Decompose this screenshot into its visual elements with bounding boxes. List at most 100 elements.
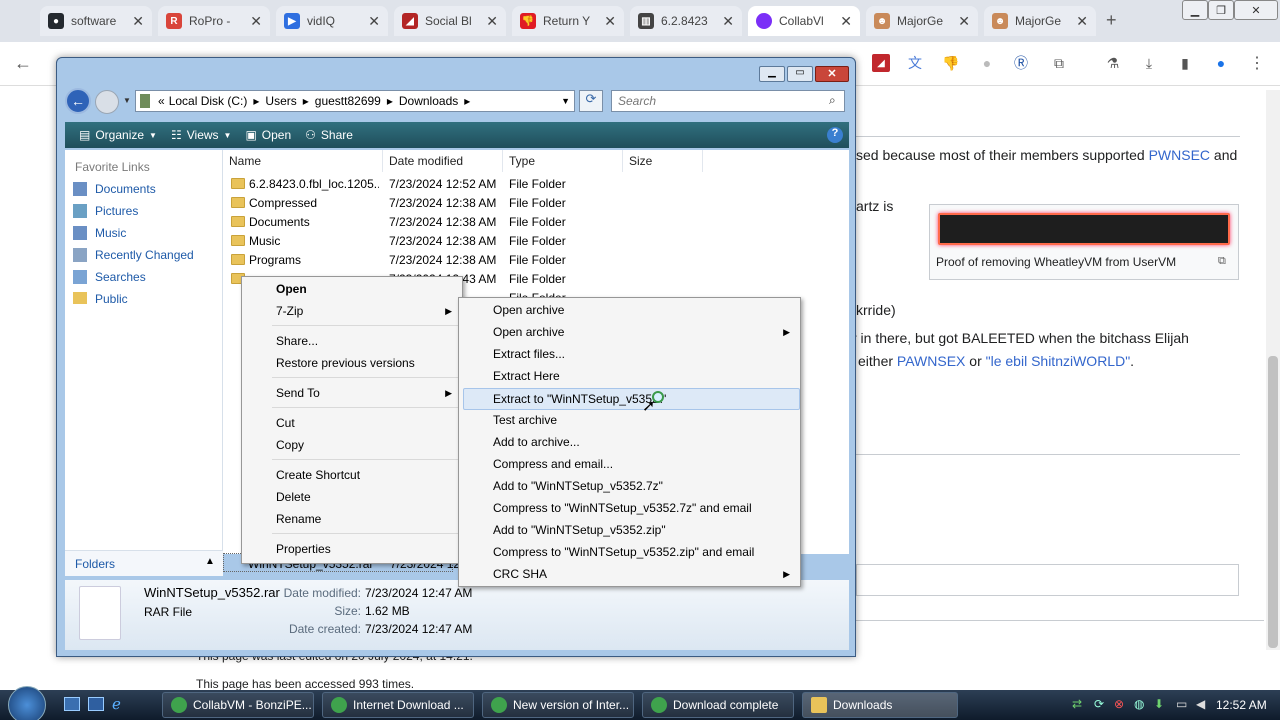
file-row[interactable]: Music 7/23/2024 12:38 AM File Folder bbox=[223, 231, 849, 250]
share-button[interactable]: ⚇ Share bbox=[305, 128, 353, 142]
breadcrumb-overflow-icon[interactable]: « bbox=[158, 94, 165, 108]
wiki-link[interactable]: PAWNSEX bbox=[897, 353, 965, 369]
column-header-date[interactable]: Date modified bbox=[383, 150, 503, 172]
breadcrumb-item[interactable]: Downloads bbox=[399, 94, 458, 108]
menu-item-extract-to-folder[interactable]: Extract to "WinNTSetup_v5352\" bbox=[463, 388, 800, 410]
menu-item-properties[interactable]: Properties bbox=[242, 539, 462, 561]
browser-tab[interactable]: 👎 Return Y ✕ bbox=[512, 6, 624, 36]
menu-item-create-shortcut[interactable]: Create Shortcut bbox=[242, 465, 462, 487]
new-tab-button[interactable]: + bbox=[1106, 10, 1117, 31]
search-icon[interactable]: ⌕ bbox=[829, 93, 836, 108]
taskbar-item[interactable]: New version of Inter... bbox=[482, 692, 634, 718]
menu-item-add-to-zip[interactable]: Add to "WinNTSetup_v5352.zip" bbox=[459, 520, 800, 542]
address-dropdown-icon[interactable]: ▼ bbox=[561, 96, 570, 106]
tray-network-icon[interactable]: ⇄ bbox=[1072, 697, 1082, 711]
switch-windows-icon[interactable] bbox=[88, 697, 104, 711]
enlarge-icon[interactable]: ⧉ bbox=[1218, 255, 1226, 268]
browser-tab[interactable]: ☻ MajorGe ✕ bbox=[866, 6, 978, 36]
nav-item-recently-changed[interactable]: Recently Changed bbox=[73, 248, 194, 262]
menu-item-delete[interactable]: Delete bbox=[242, 487, 462, 509]
tray-download-icon[interactable]: ⬇ bbox=[1154, 697, 1164, 711]
column-header-type[interactable]: Type bbox=[503, 150, 623, 172]
extension-circle-icon[interactable]: ● bbox=[978, 54, 996, 72]
menu-item-open[interactable]: Open bbox=[242, 279, 462, 301]
browser-tab[interactable]: R RoPro - ✕ bbox=[158, 6, 270, 36]
extensions-puzzle-icon[interactable]: ⧉ bbox=[1050, 54, 1068, 72]
start-button[interactable] bbox=[8, 686, 46, 720]
browser-tab-active[interactable]: CollabVl ✕ bbox=[748, 6, 860, 36]
profile-icon[interactable]: ● bbox=[1212, 54, 1230, 72]
labs-flask-icon[interactable]: ⚗ bbox=[1104, 54, 1122, 72]
close-window-icon[interactable]: ✕ bbox=[815, 66, 849, 82]
nav-item-searches[interactable]: Searches bbox=[73, 270, 146, 284]
file-row[interactable]: Programs 7/23/2024 12:38 AM File Folder bbox=[223, 250, 849, 269]
taskbar-item[interactable]: CollabVM - BonziPE... bbox=[162, 692, 314, 718]
browser-tab[interactable]: ▶ vidIQ ✕ bbox=[276, 6, 388, 36]
menu-item-compress-email[interactable]: Compress and email... bbox=[459, 454, 800, 476]
search-input[interactable]: Search bbox=[611, 90, 845, 112]
browser-tab[interactable]: ▥ 6.2.8423 ✕ bbox=[630, 6, 742, 36]
views-button[interactable]: ☷ Views ▼ bbox=[171, 128, 231, 142]
menu-item-extract-here[interactable]: Extract Here bbox=[459, 366, 800, 388]
taskbar-clock[interactable]: 12:52 AM bbox=[1216, 698, 1267, 712]
column-header-name[interactable]: Name bbox=[223, 150, 383, 172]
file-row[interactable]: Compressed 7/23/2024 12:38 AM File Folder bbox=[223, 193, 849, 212]
menu-item-rename[interactable]: Rename bbox=[242, 509, 462, 531]
tray-error-icon[interactable]: ⊗ bbox=[1114, 697, 1124, 711]
menu-item-test-archive[interactable]: Test archive bbox=[459, 410, 800, 432]
show-desktop-icon[interactable] bbox=[64, 697, 80, 711]
scrollbar-thumb[interactable] bbox=[1268, 356, 1278, 648]
menu-item-7zip[interactable]: 7-Zip ▶ bbox=[242, 301, 462, 323]
breadcrumb-item[interactable]: Users bbox=[265, 94, 296, 108]
menu-item-extract-files[interactable]: Extract files... bbox=[459, 344, 800, 366]
menu-item-share[interactable]: Share... bbox=[242, 331, 462, 353]
close-tab-icon[interactable]: ✕ bbox=[840, 13, 852, 30]
close-tab-icon[interactable]: ✕ bbox=[132, 13, 144, 30]
nav-item-documents[interactable]: Documents bbox=[73, 182, 156, 196]
menu-item-crc-sha[interactable]: CRC SHA ▶ bbox=[459, 564, 800, 586]
open-button[interactable]: ▣ Open bbox=[245, 128, 291, 142]
taskbar-item-active[interactable]: Downloads bbox=[802, 692, 958, 718]
close-tab-icon[interactable]: ✕ bbox=[486, 13, 498, 30]
wiki-screenshot-image[interactable] bbox=[938, 213, 1230, 245]
tray-volume-icon[interactable]: ◀ bbox=[1196, 697, 1205, 711]
back-arrow-icon[interactable]: ← bbox=[65, 88, 91, 114]
side-panel-icon[interactable]: ▮ bbox=[1176, 54, 1194, 72]
tray-sync-icon[interactable]: ⟳ bbox=[1094, 697, 1104, 711]
taskbar-item[interactable]: Internet Download ... bbox=[322, 692, 474, 718]
menu-item-add-to-archive[interactable]: Add to archive... bbox=[459, 432, 800, 454]
recent-pages-chevron-icon[interactable]: ▼ bbox=[123, 96, 131, 105]
menu-item-open-archive[interactable]: Open archive bbox=[459, 300, 800, 322]
refresh-icon[interactable]: ⟳ bbox=[579, 90, 603, 112]
browser-tab[interactable]: ● software ✕ bbox=[40, 6, 152, 36]
nav-item-pictures[interactable]: Pictures bbox=[73, 204, 138, 218]
translate-icon[interactable]: 文 bbox=[906, 54, 924, 72]
menu-item-restore[interactable]: Restore previous versions bbox=[242, 353, 462, 375]
file-row[interactable]: Documents 7/23/2024 12:38 AM File Folder bbox=[223, 212, 849, 231]
close-tab-icon[interactable]: ✕ bbox=[250, 13, 262, 30]
menu-item-send-to[interactable]: Send To ▶ bbox=[242, 383, 462, 405]
forward-arrow-icon[interactable] bbox=[95, 90, 119, 114]
nav-item-public[interactable]: Public bbox=[73, 292, 128, 306]
file-row[interactable]: 6.2.8423.0.fbl_loc.1205... 7/23/2024 12:5… bbox=[223, 174, 849, 193]
menu-item-open-archive-submenu[interactable]: Open archive ▶ bbox=[459, 322, 800, 344]
taskbar-item[interactable]: Download complete bbox=[642, 692, 794, 718]
tray-shield-icon[interactable]: ◍ bbox=[1134, 697, 1144, 711]
ie-icon[interactable]: ℯ bbox=[112, 695, 130, 713]
download-icon[interactable]: ⤓ bbox=[1140, 54, 1158, 72]
close-tab-icon[interactable]: ✕ bbox=[604, 13, 616, 30]
breadcrumb-item[interactable]: guestt82699 bbox=[315, 94, 381, 108]
thumbs-down-extension-icon[interactable]: 👎 bbox=[942, 54, 960, 72]
minimize-icon[interactable]: ▁ bbox=[759, 66, 785, 82]
tray-monitor-icon[interactable]: ▭ bbox=[1176, 697, 1187, 711]
browser-tab[interactable]: ◢ Social Bl ✕ bbox=[394, 6, 506, 36]
extension-r-icon[interactable]: Ⓡ bbox=[1012, 54, 1030, 72]
minimize-icon[interactable]: ▁ bbox=[1182, 0, 1208, 20]
extension-red-icon[interactable]: ◢ bbox=[872, 54, 890, 72]
close-window-icon[interactable]: ✕ bbox=[1234, 0, 1278, 20]
browser-tab[interactable]: ☻ MajorGe ✕ bbox=[984, 6, 1096, 36]
close-tab-icon[interactable]: ✕ bbox=[368, 13, 380, 30]
nav-item-music[interactable]: Music bbox=[73, 226, 126, 240]
organize-button[interactable]: ▤ Organize ▼ bbox=[79, 128, 157, 142]
menu-item-compress-zip-email[interactable]: Compress to "WinNTSetup_v5352.zip" and e… bbox=[459, 542, 800, 564]
